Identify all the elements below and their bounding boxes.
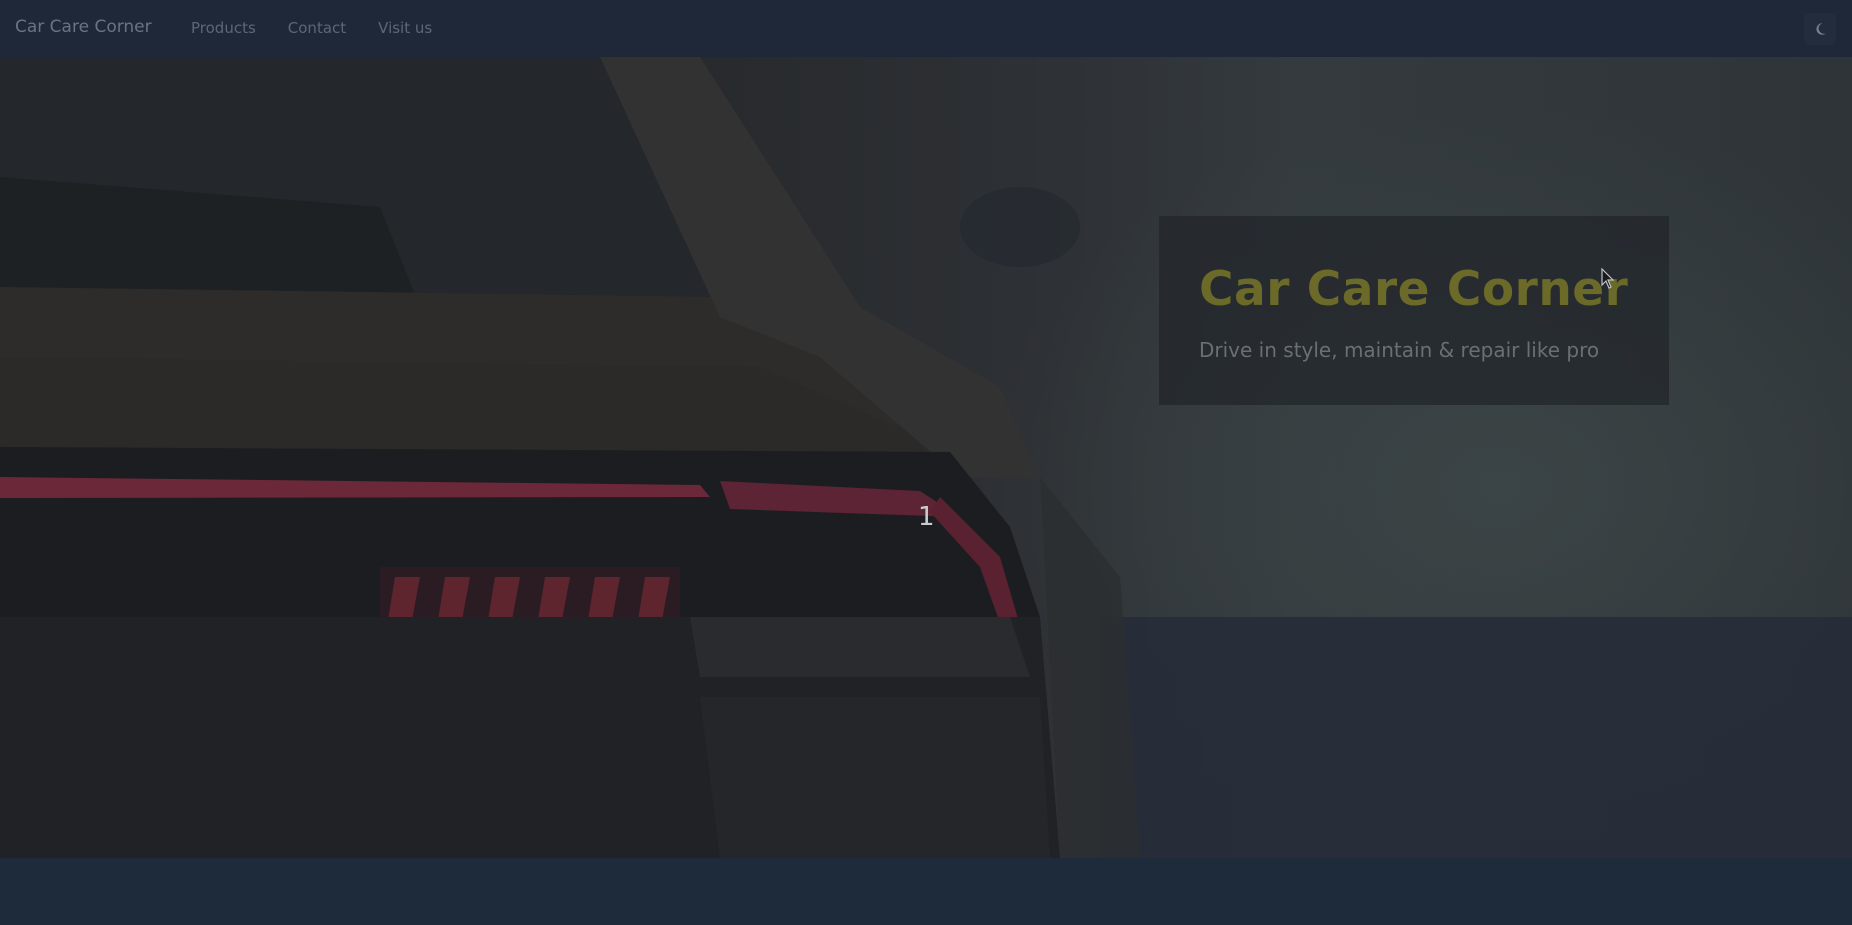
- hero-caption-subtitle: Drive in style, maintain & repair like p…: [1199, 338, 1600, 362]
- nav-link-visit-us[interactable]: Visit us: [378, 19, 432, 37]
- nav-links: Products Contact Visit us: [191, 19, 464, 37]
- hero-caption: Car Care Corner Drive in style, maintain…: [1159, 216, 1669, 405]
- car-taillight-photo: [0, 57, 1852, 858]
- moon-icon: [1816, 23, 1826, 35]
- nav-link-contact[interactable]: Contact: [288, 19, 346, 37]
- hero-carousel: 1 Car Care Corner Drive in style, mainta…: [0, 57, 1852, 858]
- nav-link-products[interactable]: Products: [191, 19, 256, 37]
- slide-number: 1: [918, 502, 935, 532]
- page-footer-band: [0, 858, 1852, 925]
- mouse-cursor-icon: [1601, 268, 1615, 289]
- navbar: Car Care Corner Products Contact Visit u…: [0, 0, 1852, 57]
- hero-caption-title: Car Care Corner: [1199, 262, 1629, 317]
- navbar-brand[interactable]: Car Care Corner: [15, 17, 152, 37]
- theme-toggle-button[interactable]: [1804, 13, 1836, 45]
